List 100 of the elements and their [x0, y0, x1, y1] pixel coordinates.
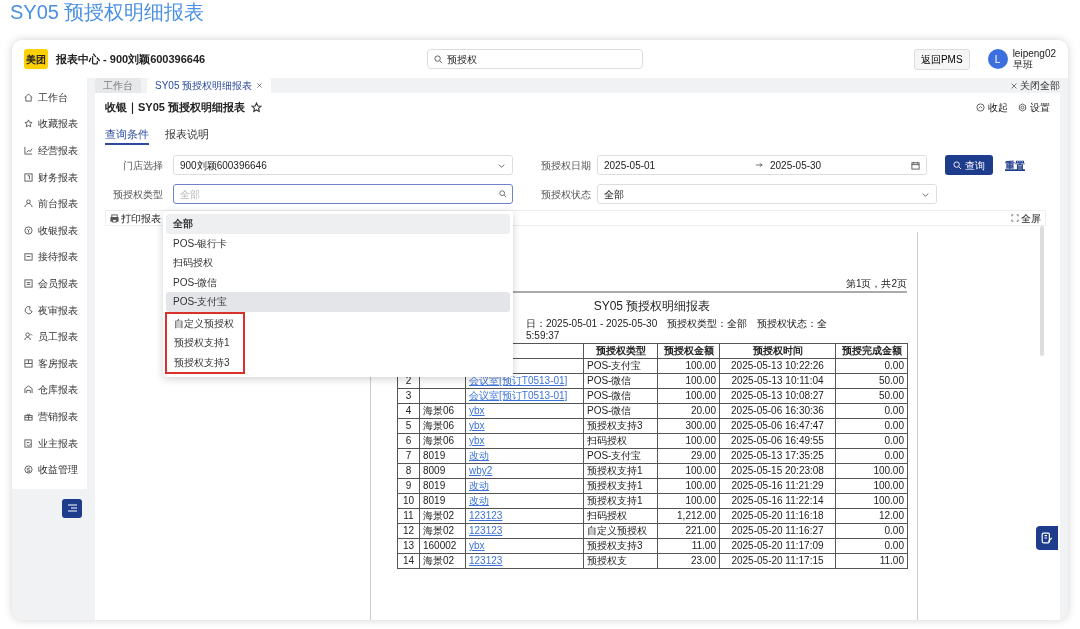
print-button[interactable]: 打印报表 — [110, 210, 161, 226]
table-cell: 0.00 — [835, 523, 908, 539]
tab[interactable]: SY05 预授权明细报表 — [147, 78, 272, 93]
column-header: 预授权类型 — [583, 343, 658, 359]
menu-toggle-button[interactable] — [62, 498, 82, 518]
table-cell: 0.00 — [835, 538, 908, 554]
table-link[interactable]: 改动 — [469, 480, 489, 491]
date-range-field[interactable]: 2025-05-01 2025-05-30 — [597, 155, 927, 175]
sidebar-item[interactable]: 客房报表 — [12, 349, 87, 377]
table-cell: 300.00 — [657, 418, 720, 434]
store-select[interactable]: 900刘颖600396646 — [173, 155, 513, 175]
sidebar-item[interactable]: 工作台 — [12, 84, 87, 111]
tab[interactable]: 查询条件 — [105, 125, 149, 145]
table-cell: 8009 — [419, 463, 466, 479]
table-cell: 0.00 — [835, 403, 908, 419]
sidebar-item[interactable]: 营销报表 — [12, 403, 87, 430]
settings-icon — [1018, 102, 1027, 112]
sidebar-item[interactable]: 业主报表 — [12, 429, 87, 457]
dropdown-option[interactable]: POS-银行卡 — [166, 233, 510, 253]
query-button[interactable]: 查询 — [945, 155, 993, 175]
report-criteria: 预授权类型：全部 — [667, 318, 748, 330]
table-link[interactable]: ybx — [469, 435, 485, 446]
table-cell: 100.00 — [835, 493, 908, 509]
table-cell: 12 — [397, 523, 420, 539]
dropdown-option[interactable]: 预授权支持1 — [167, 333, 243, 353]
report-criteria: 预授权状态：全 — [757, 318, 828, 330]
collapse-button[interactable]: 收起 — [976, 99, 1008, 115]
table-cell: 2025-05-06 16:49:55 — [719, 433, 836, 449]
sidebar-item[interactable]: 财务报表 — [12, 163, 87, 191]
settings-button[interactable]: 设置 — [1018, 99, 1050, 115]
sidebar-item[interactable]: 收银报表 — [12, 216, 87, 244]
table-link[interactable]: 改动 — [469, 450, 489, 461]
sidebar-item[interactable]: 员工报表 — [12, 323, 87, 350]
table-cell: 10 — [397, 493, 420, 509]
feedback-button[interactable] — [1036, 526, 1058, 550]
dropdown-option[interactable]: POS-支付宝 — [166, 292, 510, 312]
table-cell: 0.00 — [835, 448, 908, 464]
sidebar-item[interactable]: 仓库报表 — [12, 376, 87, 404]
table-cell: 4 — [397, 403, 420, 419]
tab[interactable]: 报表说明 — [165, 125, 209, 145]
table-link[interactable]: wby2 — [469, 465, 493, 476]
tab[interactable]: 工作台 — [95, 78, 141, 93]
table-cell: 6 — [397, 433, 420, 449]
avatar[interactable]: L — [987, 49, 1008, 69]
table-link[interactable]: ybx — [469, 540, 485, 551]
table-cell: POS-微信 — [583, 373, 658, 389]
close-icon — [256, 82, 264, 89]
type-search-field[interactable]: 全部 — [173, 184, 513, 204]
star-icon[interactable] — [250, 101, 262, 113]
table-cell: 8019 — [419, 448, 466, 464]
table-link[interactable]: 123123 — [469, 555, 503, 566]
search-field[interactable]: 预授权 — [427, 49, 644, 69]
document-title: SY05 预授权明细报表 — [592, 299, 712, 314]
table-link[interactable]: 改动 — [469, 495, 489, 506]
dropdown-option[interactable]: 自定义预授权 — [167, 313, 243, 333]
sidebar-item[interactable]: 前台报表 — [12, 190, 87, 217]
field-label: 预授权类型 — [112, 187, 163, 202]
page-title: SY05 预授权明细报表 — [9, 0, 206, 25]
close-all-button[interactable]: 关闭全部 — [1010, 78, 1060, 93]
table-cell: 扫码授权 — [583, 508, 658, 524]
table-link[interactable]: ybx — [469, 420, 485, 431]
table-cell: 100.00 — [835, 478, 908, 494]
dropdown-option[interactable]: 预授权支持3 — [167, 352, 243, 372]
table-cell: 2025-05-13 10:11:04 — [719, 373, 836, 389]
table-link[interactable]: ybx — [469, 405, 485, 416]
table-cell: 50.00 — [835, 373, 908, 389]
table-cell: 海景06 — [419, 403, 466, 419]
table-cell: 100.00 — [657, 373, 720, 389]
sidebar-item[interactable]: 经营报表 — [12, 137, 87, 164]
sidebar-item[interactable]: 接待报表 — [12, 243, 87, 271]
sidebar-item[interactable]: 收益管理 — [12, 456, 87, 483]
table-cell: 5 — [397, 418, 420, 434]
back-button[interactable]: 返回PMS — [913, 48, 970, 70]
reset-link[interactable]: 重置 — [1005, 157, 1025, 173]
sidebar-item[interactable]: 夜审报表 — [12, 296, 87, 324]
table-cell: 2025-05-16 11:21:29 — [719, 478, 836, 494]
field-label: 预授权状态 — [540, 187, 591, 202]
dropdown-option[interactable]: 扫码授权 — [166, 253, 510, 273]
table-cell: 7 — [397, 448, 420, 464]
table-cell: 2025-05-06 16:47:47 — [719, 418, 836, 434]
user-name: leipeng02 — [1012, 48, 1056, 59]
table-cell: 100.00 — [657, 463, 720, 479]
table-cell: 2025-05-06 16:30:36 — [719, 403, 836, 419]
status-select[interactable]: 全部 — [597, 184, 937, 204]
scrollbar[interactable] — [1040, 226, 1044, 356]
sidebar-item[interactable]: 会员报表 — [12, 270, 87, 297]
search-icon — [953, 160, 962, 170]
sidebar-item[interactable]: 收藏报表 — [12, 110, 87, 138]
dollar-icon — [24, 465, 33, 475]
table-cell: 100.00 — [657, 478, 720, 494]
table-cell: 2025-05-13 10:22:26 — [719, 358, 836, 374]
table-cell: 2025-05-20 11:17:15 — [719, 553, 836, 569]
dropdown-option[interactable]: 全部 — [166, 214, 510, 234]
table-link[interactable]: 123123 — [469, 510, 503, 521]
fullscreen-button[interactable]: 全屏 — [1011, 210, 1041, 226]
document-icon — [24, 172, 33, 182]
table-cell: 0.00 — [835, 418, 908, 434]
table-cell: 2025-05-20 11:16:27 — [719, 523, 836, 539]
table-cell: 50.00 — [835, 388, 908, 404]
table-link[interactable]: 123123 — [469, 525, 503, 536]
